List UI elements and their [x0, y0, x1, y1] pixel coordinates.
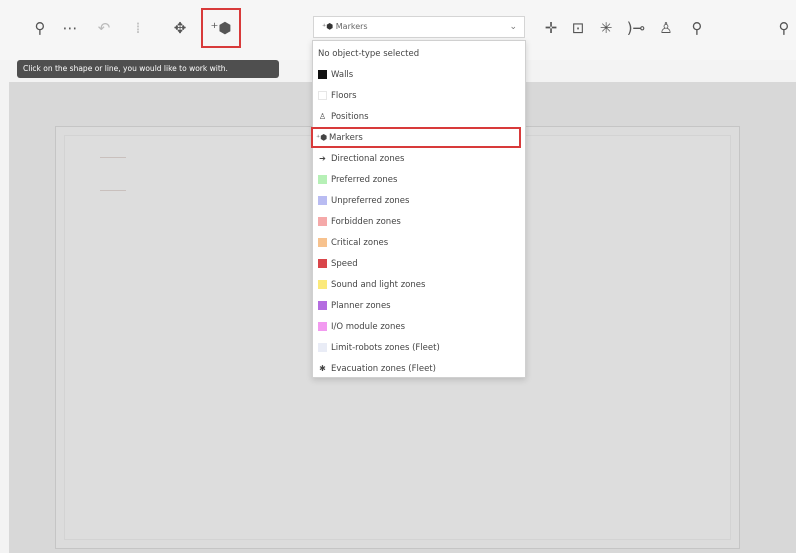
map-line [100, 157, 126, 158]
color-swatch-icon [318, 196, 327, 205]
option-label: Preferred zones [331, 174, 398, 185]
option-speed[interactable]: Speed [313, 253, 525, 274]
select-value: Markers [335, 22, 368, 31]
option-planner-zones[interactable]: Planner zones [313, 295, 525, 316]
select-marker-icon: ⁺⬢ [322, 22, 334, 31]
option-positions[interactable]: ♙ Positions [313, 106, 525, 127]
option-forbidden-zones[interactable]: Forbidden zones [313, 211, 525, 232]
option-icon: ➔ [319, 154, 326, 163]
people-icon[interactable]: ♙ [652, 14, 680, 42]
option-label: Critical zones [331, 237, 389, 248]
sun-icon[interactable]: ✳ [592, 14, 620, 42]
option-icon: ♙ [318, 112, 327, 121]
option-label: Planner zones [331, 300, 391, 311]
option-markers[interactable]: ⁺⬢ Markers [311, 127, 521, 148]
divider-icon[interactable]: ⁞ [124, 14, 152, 42]
option-label: I/O module zones [331, 321, 406, 332]
option-label: Sound and light zones [331, 279, 426, 290]
ellipsis-icon[interactable]: ⋯ [56, 14, 84, 42]
map-line [100, 190, 126, 191]
color-swatch-icon [318, 322, 327, 331]
move-icon[interactable]: ✥ [166, 14, 194, 42]
object-type-select[interactable]: ⁺⬢ Markers ⌄ [313, 16, 525, 38]
color-swatch-icon [318, 175, 327, 184]
zoom-fit-icon[interactable]: ⊡ [564, 14, 592, 42]
chevron-down-icon[interactable]: ⌄ [509, 17, 517, 37]
option-label: Floors [331, 90, 357, 101]
color-swatch-icon [318, 91, 327, 100]
option-label: No object-type selected [318, 48, 420, 59]
option-evacuation-zones-fleet[interactable]: ✱ Evacuation zones (Fleet) [313, 358, 525, 379]
color-swatch-icon [318, 343, 327, 352]
option-label: Positions [331, 111, 369, 122]
crosshair-icon[interactable]: ✛ [537, 14, 565, 42]
option-limit-robots-zones-fleet[interactable]: Limit-robots zones (Fleet) [313, 337, 525, 358]
bracket-icon[interactable]: )⊸ [622, 14, 650, 42]
undo-icon[interactable]: ↶ [90, 14, 118, 42]
color-swatch-icon [318, 217, 327, 226]
option-label: Walls [331, 69, 354, 80]
option-preferred-zones[interactable]: Preferred zones [313, 169, 525, 190]
color-swatch-icon [318, 259, 327, 268]
tooltip: Click on the shape or line, you would li… [17, 60, 279, 78]
option-label: Forbidden zones [331, 216, 401, 227]
option-label: Unpreferred zones [331, 195, 410, 206]
option-sound-and-light-zones[interactable]: Sound and light zones [313, 274, 525, 295]
option-i-o-module-zones[interactable]: I/O module zones [313, 316, 525, 337]
add-marker-icon[interactable]: ⁺⬢ [201, 8, 241, 48]
object-type-dropdown: No object-type selected Walls Floors ♙ Posit… [311, 40, 526, 379]
zoom-out-icon[interactable]: ⚲ [770, 14, 796, 42]
color-swatch-icon [318, 280, 327, 289]
option-floors[interactable]: Floors [313, 85, 525, 106]
color-swatch-icon [318, 301, 327, 310]
option-icon: ⁺⬢ [316, 133, 328, 142]
option-no-object-type-selected[interactable]: No object-type selected [313, 43, 525, 64]
option-label: Speed [331, 258, 358, 269]
search-icon[interactable]: ⚲ [26, 14, 54, 42]
option-label: Limit-robots zones (Fleet) [331, 342, 440, 353]
option-label: Evacuation zones (Fleet) [331, 363, 436, 374]
option-directional-zones[interactable]: ➔ Directional zones [313, 148, 525, 169]
color-swatch-icon [318, 70, 327, 79]
option-walls[interactable]: Walls [313, 64, 525, 85]
zoom-in-icon[interactable]: ⚲ [683, 14, 711, 42]
option-label: Directional zones [331, 153, 405, 164]
option-unpreferred-zones[interactable]: Unpreferred zones [313, 190, 525, 211]
option-label: Markers [329, 132, 363, 143]
color-swatch-icon [318, 238, 327, 247]
option-critical-zones[interactable]: Critical zones [313, 232, 525, 253]
option-icon: ✱ [319, 364, 326, 373]
